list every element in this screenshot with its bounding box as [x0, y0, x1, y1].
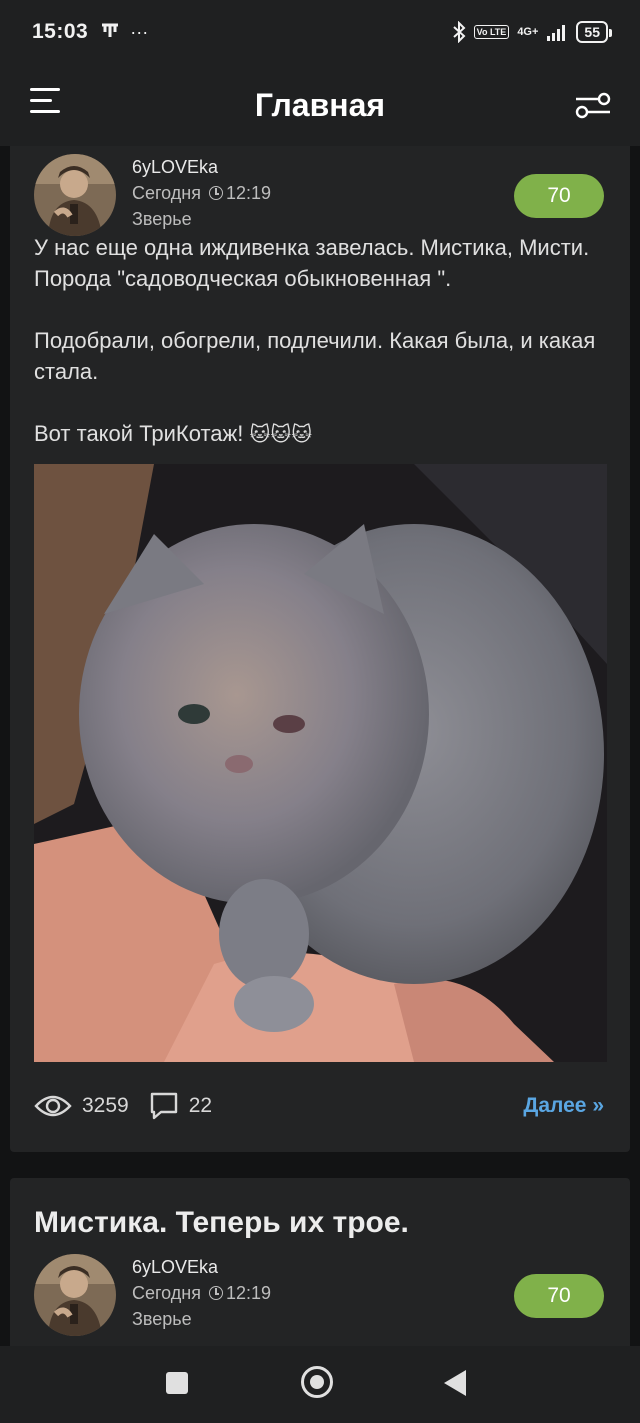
network-type: 4G+: [517, 25, 539, 38]
avatar[interactable]: [34, 1254, 116, 1336]
post-title[interactable]: Мистика. Теперь их трое.: [34, 1206, 409, 1240]
post-category[interactable]: Зверье: [132, 1306, 271, 1332]
post-body: У нас еще одна иждивенка завелась. Мисти…: [34, 232, 604, 451]
post-paragraph: Вот такой ТриКотаж! 🐱🐱🐱: [34, 421, 313, 446]
feed: 6yLOVEka Сегодня 12:19 Зверье 70 У нас е…: [0, 146, 640, 1346]
post-author-row: 6yLOVEka Сегодня 12:19 Зверье 70: [34, 154, 604, 240]
post-stats: 3259 22 Далее »: [34, 1088, 604, 1124]
bluetooth-icon: [452, 21, 466, 43]
menu-icon[interactable]: [30, 88, 62, 118]
post-category[interactable]: Зверье: [132, 206, 271, 232]
read-more-link[interactable]: Далее »: [523, 1094, 604, 1118]
back-button[interactable]: [444, 1370, 466, 1396]
post-card: Мистика. Теперь их трое. 6yLOVEka Сегодн…: [10, 1178, 630, 1346]
home-button[interactable]: [301, 1366, 333, 1398]
battery-icon: 55: [576, 21, 612, 43]
post-author-row: 6yLOVEka Сегодня 12:19 Зверье 70: [34, 1254, 604, 1340]
status-bar: 15:03 ··· Vo LTE 4G+ 55: [0, 0, 640, 64]
recents-button[interactable]: [166, 1372, 188, 1394]
rating-badge[interactable]: 70: [514, 1274, 604, 1318]
page-title: Главная: [254, 86, 386, 123]
post-card: 6yLOVEka Сегодня 12:19 Зверье 70 У нас е…: [10, 146, 630, 1152]
views-count: 3259: [82, 1094, 129, 1117]
app-bar: Главная: [0, 64, 640, 146]
status-time: 15:03: [32, 20, 89, 43]
comments-count: 22: [188, 1094, 213, 1117]
post-paragraph: Подобрали, обогрели, подлечили. Какая бы…: [34, 328, 596, 384]
author-name[interactable]: 6yLOVEka: [132, 154, 271, 180]
post-paragraph: У нас еще одна иждивенка завелась. Мисти…: [34, 235, 590, 291]
post-date: Сегодня 12:19: [132, 183, 272, 203]
notification-icon: [102, 23, 119, 37]
clock-icon: [209, 186, 224, 200]
signal-icon: [547, 25, 566, 41]
system-nav-bar: [0, 1346, 640, 1423]
eye-icon: [34, 1095, 72, 1117]
post-image[interactable]: [34, 464, 607, 1062]
cat-emoji: 🐱🐱🐱: [249, 424, 313, 446]
post-date: Сегодня 12:19: [132, 1283, 272, 1303]
author-name[interactable]: 6yLOVEka: [132, 1254, 271, 1280]
volte-icon: Vo LTE: [473, 25, 510, 39]
comment-icon: [150, 1092, 177, 1120]
rating-badge[interactable]: 70: [514, 174, 604, 218]
clock-icon: [209, 1286, 224, 1300]
filter-settings-icon[interactable]: [574, 90, 612, 120]
avatar[interactable]: [34, 154, 116, 236]
more-notifications-icon: ···: [130, 21, 149, 42]
